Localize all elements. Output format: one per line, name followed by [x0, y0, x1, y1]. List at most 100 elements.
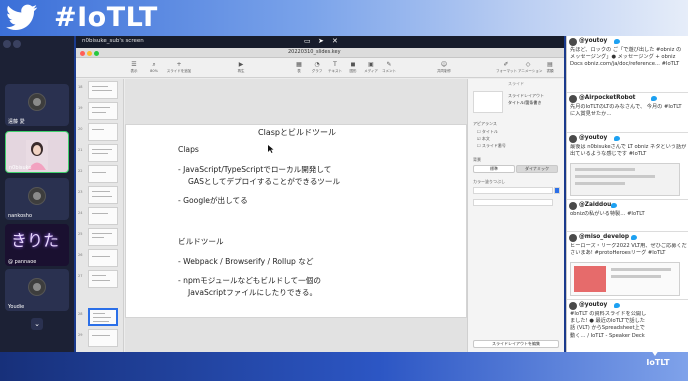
tweet-card[interactable]: @youtoy 最後は n0bisukeさんで LT obniz ネタという話が… — [567, 133, 688, 200]
tweet-handle[interactable]: @youtoy — [579, 135, 607, 141]
toolbar-comment-button[interactable]: ✎ コメント — [379, 60, 399, 76]
check-label: 本文 — [481, 136, 490, 141]
participant-tile-active-speaker[interactable]: n0bisuke — [5, 131, 69, 173]
slide-thumbnail[interactable] — [88, 228, 118, 246]
fill-color-well[interactable] — [473, 199, 553, 206]
standard-button[interactable]: 標準 — [473, 165, 515, 173]
slide-title[interactable]: Claspとビルドツール — [126, 127, 468, 138]
slide-bullet-continuation[interactable]: GASとしてデプロイすることができるツール — [188, 177, 340, 187]
slide-thumbnail[interactable] — [88, 207, 118, 225]
check-body[interactable]: ☑ 本文 — [477, 136, 490, 142]
avatar — [569, 302, 577, 310]
slide-thumbnail[interactable] — [88, 123, 118, 141]
slide-heading[interactable]: Claps — [178, 145, 199, 155]
keynote-toolbar: ☰ 表示 ⌕ 80% + スライドを追加 ▶ 再生 ▦ 表 ◔ グラフ T テキスト ◼ 図形 … — [76, 58, 564, 78]
tweet-handle[interactable]: @miso_develop — [579, 234, 629, 240]
toolbar-chart-button[interactable]: ◔ グラフ — [307, 60, 327, 76]
close-window-icon[interactable] — [80, 51, 85, 56]
tweet-card[interactable]: @AirpocketRobot 先月のIoTLTのLTのみなさんで、 今月の #… — [567, 93, 688, 133]
slide-thumbnail-selected[interactable] — [88, 308, 118, 326]
slide-thumbnail[interactable] — [88, 329, 118, 347]
slide-thumbnail[interactable] — [88, 249, 118, 267]
slide-number: 29 — [78, 333, 83, 337]
layout-value[interactable]: タイトル/箇条書き — [508, 100, 541, 106]
slide-thumbnail[interactable] — [88, 81, 118, 99]
toolbar-format-button[interactable]: ✐ フォーマット — [496, 60, 517, 76]
avatar — [569, 234, 577, 242]
slide-thumbnail[interactable] — [88, 165, 118, 183]
participant-tile[interactable]: 遠藤 愛 — [5, 84, 69, 126]
slide[interactable]: Claspとビルドツール Claps - JavaScript/TypeScri… — [125, 124, 467, 318]
add-slide-icon: + — [176, 61, 182, 68]
toolbar-label: スライドを追加 — [166, 69, 192, 73]
participant-name: n0bisuke — [9, 165, 32, 171]
slide-canvas: Claspとビルドツール Claps - JavaScript/TypeScri… — [125, 79, 467, 352]
cursor-icon[interactable]: ➤ — [318, 37, 324, 45]
toolbar-collaborate-button[interactable]: ☺ 共同制作 — [434, 60, 454, 76]
participant-tile[interactable]: nankosho — [5, 178, 69, 220]
slide-thumbnail[interactable] — [88, 144, 118, 162]
slide-bullet[interactable]: - Webpack / Browserify / Rollup など — [178, 257, 313, 267]
document-icon: ▤ — [547, 61, 553, 68]
toolbar-view-button[interactable]: ☰ 表示 — [124, 60, 144, 76]
slide-thumbnail[interactable] — [88, 102, 118, 120]
close-icon[interactable]: ✕ — [332, 37, 338, 45]
check-title[interactable]: ☐ タイトル — [477, 129, 498, 135]
slide-thumbnail[interactable] — [88, 186, 118, 204]
toolbar-play-button[interactable]: ▶ 再生 — [231, 60, 251, 76]
slide-bullet-continuation[interactable]: JavaScriptファイルにしたりできる。 — [188, 288, 317, 298]
media-icon: ▣ — [368, 61, 374, 68]
check-slide-number[interactable]: ☐ スライド番号 — [477, 143, 506, 149]
tweet-handle[interactable]: @Zaiddou — [579, 202, 611, 208]
slide-bullet[interactable]: - Googleが出してる — [178, 196, 248, 206]
fill-dropdown[interactable] — [473, 187, 553, 194]
layout-icon[interactable] — [13, 40, 21, 48]
zoom-window-icon[interactable] — [94, 51, 99, 56]
avatar — [569, 38, 577, 46]
tweet-card[interactable]: @Zaiddou obnizの私がいる特製… #IoTLT — [567, 200, 688, 232]
layout-label: スライドレイアウト — [508, 93, 544, 98]
tweet-card[interactable]: @youtoy 先ほど、ロックの ご「で遊び出した #obniz の メッセージ… — [567, 36, 688, 93]
edit-layout-button[interactable]: スライドレイアウトを編集 — [473, 340, 559, 348]
toolbar-table-button[interactable]: ▦ 表 — [289, 60, 309, 76]
toolbar-text-button[interactable]: T テキスト — [325, 60, 345, 76]
table-icon: ▦ — [296, 61, 302, 68]
toolbar-label: メディア — [364, 69, 378, 73]
slide-bullet[interactable]: - JavaScript/TypeScriptでローカル開発して — [178, 165, 331, 175]
document-title: 20220310_slides.key — [288, 49, 341, 55]
color-swatch[interactable] — [554, 187, 560, 194]
toolbar-label: 表 — [297, 69, 301, 73]
tweet-image[interactable] — [570, 163, 680, 196]
dynamic-button[interactable]: ダイナミック — [516, 165, 558, 173]
window-titlebar: 20220310_slides.key — [76, 48, 564, 58]
chevron-down-icon[interactable]: ⌄ — [31, 318, 43, 330]
toolbar-zoom-button[interactable]: ⌕ 80% — [144, 60, 164, 76]
more-options-icon[interactable] — [3, 40, 11, 48]
tweet-handle[interactable]: @youtoy — [579, 302, 607, 308]
tweet-card[interactable]: @miso_develop ヒーローズ・リーグ2022 VLT用、ぜひご応募くだ… — [567, 232, 688, 300]
slide-bullet[interactable]: - npmモジュールなどもビルドして一個の — [178, 276, 321, 286]
zoom-icon: ⌕ — [152, 61, 156, 68]
tweet-handle[interactable]: @youtoy — [579, 38, 607, 44]
tweet-handle[interactable]: @AirpocketRobot — [579, 95, 635, 101]
participant-tile[interactable]: Youdie — [5, 269, 69, 311]
toolbar-label: 再生 — [237, 69, 245, 73]
toolbar-document-button[interactable]: ▤ 書類 — [540, 60, 560, 76]
toolbar-media-button[interactable]: ▣ メディア — [361, 60, 381, 76]
toolbar-shape-button[interactable]: ◼ 図形 — [343, 60, 363, 76]
shape-icon: ◼ — [350, 61, 356, 68]
tweet-card-preview[interactable] — [570, 262, 680, 296]
screen-share: n0bisuke_sub's screen ▭ ➤ ✕ 20220310_sli… — [76, 36, 564, 352]
monitor-icon[interactable]: ▭ — [304, 37, 311, 45]
slide-number: 22 — [78, 169, 83, 173]
participant-name: @ pannaoe — [8, 259, 37, 265]
slide-thumbnail[interactable] — [88, 270, 118, 288]
tweet-text: 最後は n0bisukeさんで LT obniz ネタという話が出ているような感… — [570, 144, 687, 158]
minimize-window-icon[interactable] — [87, 51, 92, 56]
participant-tile[interactable]: きりた @ pannaoe — [5, 224, 69, 266]
layout-preview[interactable] — [473, 91, 503, 113]
slide-heading[interactable]: ビルドツール — [178, 237, 224, 247]
inspector-tab-label[interactable]: スライド — [508, 81, 524, 87]
toolbar-add-slide-button[interactable]: + スライドを追加 — [166, 60, 192, 76]
toolbar-animate-button[interactable]: ◇ アニメーション — [518, 60, 542, 76]
